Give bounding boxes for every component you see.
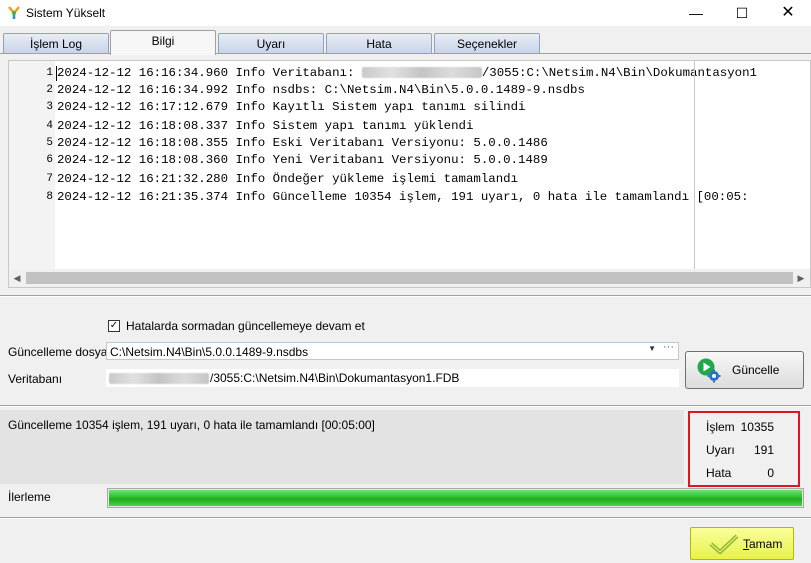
database-path: /3055:C:\Netsim.N4\Bin\Dokumantasyon1.FD… [210, 371, 460, 385]
redacted-host [109, 373, 209, 384]
tab-secenekler[interactable]: Seçenekler [434, 33, 540, 53]
log-line: 2024-12-12 16:21:32.280 Info Öndeğer yük… [57, 172, 519, 186]
line-number: 8 [46, 191, 53, 203]
update-button[interactable]: Güncelle [685, 351, 804, 389]
log-line: 2024-12-12 16:18:08.355 Info Eski Verita… [57, 136, 548, 150]
ok-button[interactable]: Tamam [690, 527, 794, 560]
progress-bar [107, 488, 804, 508]
update-button-label: Güncelle [732, 363, 780, 377]
line-number: 1 [46, 67, 53, 79]
update-file-select[interactable]: C:\Netsim.N4\Bin\5.0.0.1489-9.nsdbs ▼ ··… [106, 341, 679, 360]
progress-label: İlerleme [8, 490, 51, 504]
divider [0, 517, 811, 519]
log-line: 2024-12-12 16:18:08.360 Info Yeni Verita… [57, 153, 548, 167]
horizontal-scrollbar[interactable]: ◀ ▶ [9, 269, 810, 287]
divider [0, 295, 811, 297]
log-line: 2024-12-12 16:17:12.679 Info Kayıtlı Sis… [57, 100, 526, 114]
tab-islem-log[interactable]: İşlem Log [3, 33, 109, 53]
tab-bilgi[interactable]: Bilgi [110, 30, 216, 55]
stat-label-islem: İşlem [706, 420, 735, 434]
log-line: 2024-12-12 16:18:08.337 Info Sistem yapı… [57, 119, 474, 133]
update-file-label: Güncelleme dosyası [8, 345, 117, 359]
tab-hata[interactable]: Hata [326, 33, 432, 53]
stat-label-hata: Hata [706, 466, 732, 480]
update-file-value: C:\Netsim.N4\Bin\5.0.0.1489-9.nsdbs [110, 345, 309, 359]
stats-box: İşlem 10355 Uyarı 191 Hata 0 [688, 411, 800, 487]
continue-on-error-checkbox[interactable]: ✓ [108, 320, 120, 332]
stat-value-hata: 0 [767, 466, 774, 480]
database-field: /3055:C:\Netsim.N4\Bin\Dokumantasyon1.FD… [106, 369, 679, 387]
line-number: 4 [46, 120, 53, 132]
line-number: 2 [46, 84, 53, 96]
log-line: 2024-12-12 16:16:34.960 Info Veritabanı:… [57, 66, 757, 80]
tab-strip: İşlem Log Bilgi Uyarı Hata Seçenekler [0, 30, 811, 55]
log-viewer[interactable]: 1 2 3 4 5 6 7 8 2024-12-12 16:16:34.960 … [8, 60, 811, 288]
redacted-host [361, 67, 482, 79]
line-number-gutter: 1 2 3 4 5 6 7 8 [9, 61, 55, 269]
chevron-down-icon[interactable]: ▼ [648, 344, 656, 353]
window-title: Sistem Yükselt [26, 6, 106, 20]
run-update-icon [697, 358, 721, 383]
divider [0, 405, 811, 407]
scroll-right-icon[interactable]: ▶ [794, 271, 808, 285]
tab-uyari[interactable]: Uyarı [218, 33, 324, 53]
line-number: 6 [46, 154, 53, 166]
stat-label-uyari: Uyarı [706, 443, 735, 457]
title-bar: Sistem Yükselt — ☐ ✕ [0, 0, 811, 26]
close-icon[interactable]: ✕ [765, 0, 811, 26]
maximize-icon[interactable]: ☐ [719, 0, 765, 26]
browse-ellipsis-button[interactable]: ··· [663, 341, 674, 353]
line-number: 7 [46, 173, 53, 185]
line-number: 3 [46, 101, 53, 113]
scroll-left-icon[interactable]: ◀ [10, 271, 24, 285]
log-line: 2024-12-12 16:21:35.374 Info Güncelleme … [57, 190, 749, 204]
scrollbar-thumb[interactable] [26, 272, 793, 284]
continue-on-error-label: Hatalarda sormadan güncellemeye devam et [126, 319, 365, 333]
stat-value-islem: 10355 [740, 420, 774, 434]
progress-fill [109, 490, 802, 506]
stat-value-uyari: 191 [753, 443, 774, 457]
minimize-icon[interactable]: — [673, 0, 719, 26]
database-label: Veritabanı [8, 372, 63, 386]
checkmark-icon [709, 534, 739, 554]
app-icon [8, 6, 20, 19]
status-message: Güncelleme 10354 işlem, 191 uyarı, 0 hat… [8, 418, 375, 432]
edge-marker-line [694, 61, 695, 269]
ok-button-label: Tamam [743, 537, 783, 551]
line-number: 5 [46, 137, 53, 149]
log-line: 2024-12-12 16:16:34.992 Info nsdbs: C:\N… [57, 83, 585, 97]
